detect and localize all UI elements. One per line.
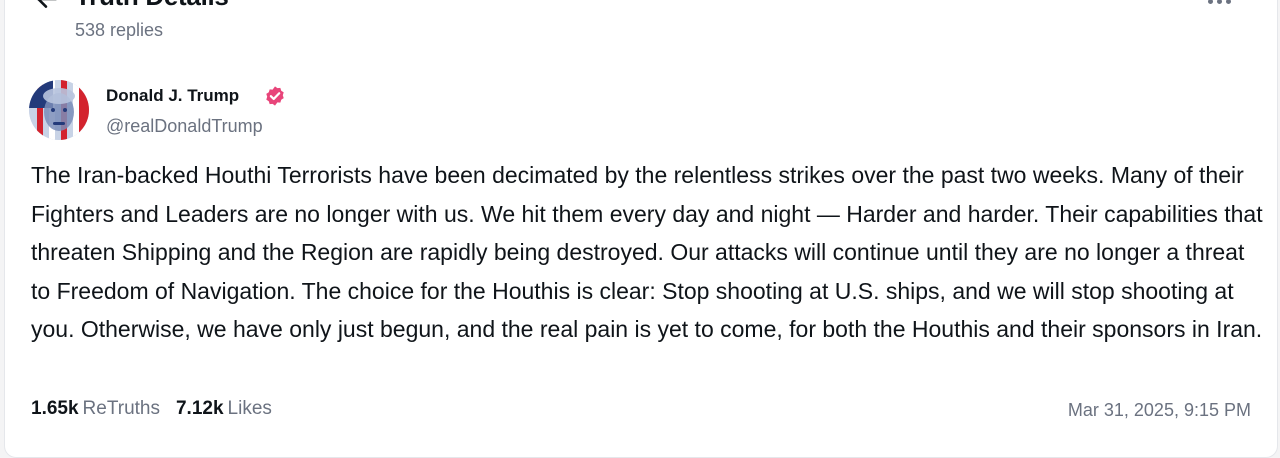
- retruths-stat[interactable]: 1.65k ReTruths: [31, 398, 160, 420]
- retruths-count: 1.65k: [31, 398, 79, 419]
- retruths-label: ReTruths: [82, 398, 160, 419]
- more-options-button[interactable]: [1201, 0, 1237, 13]
- arrow-left-icon: [37, 0, 57, 8]
- post-timestamp: Mar 31, 2025, 9:15 PM: [1067, 400, 1251, 420]
- page-title: Truth Details: [75, 0, 229, 12]
- likes-count: 7.12k: [175, 398, 224, 419]
- avatar[interactable]: [29, 80, 89, 140]
- post-detail-card: Truth Details 538 replies Donald J. Trum…: [4, 0, 1278, 458]
- more-horizontal-icon: [1207, 0, 1213, 4]
- post-stats: 1.65k ReTruths 7.12k Likes: [31, 398, 272, 420]
- author-handle[interactable]: @realDonaldTrump: [106, 116, 263, 137]
- likes-stat[interactable]: 7.12k Likes: [176, 398, 272, 420]
- likes-label: Likes: [227, 398, 272, 419]
- verified-badge-icon: [266, 86, 284, 106]
- back-button[interactable]: [33, 0, 61, 13]
- post-body-text: The Iran-backed Houthi Terrorists have b…: [31, 162, 1263, 342]
- author-name[interactable]: Donald J. Trump: [106, 86, 239, 106]
- reply-count[interactable]: 538 replies: [75, 20, 163, 41]
